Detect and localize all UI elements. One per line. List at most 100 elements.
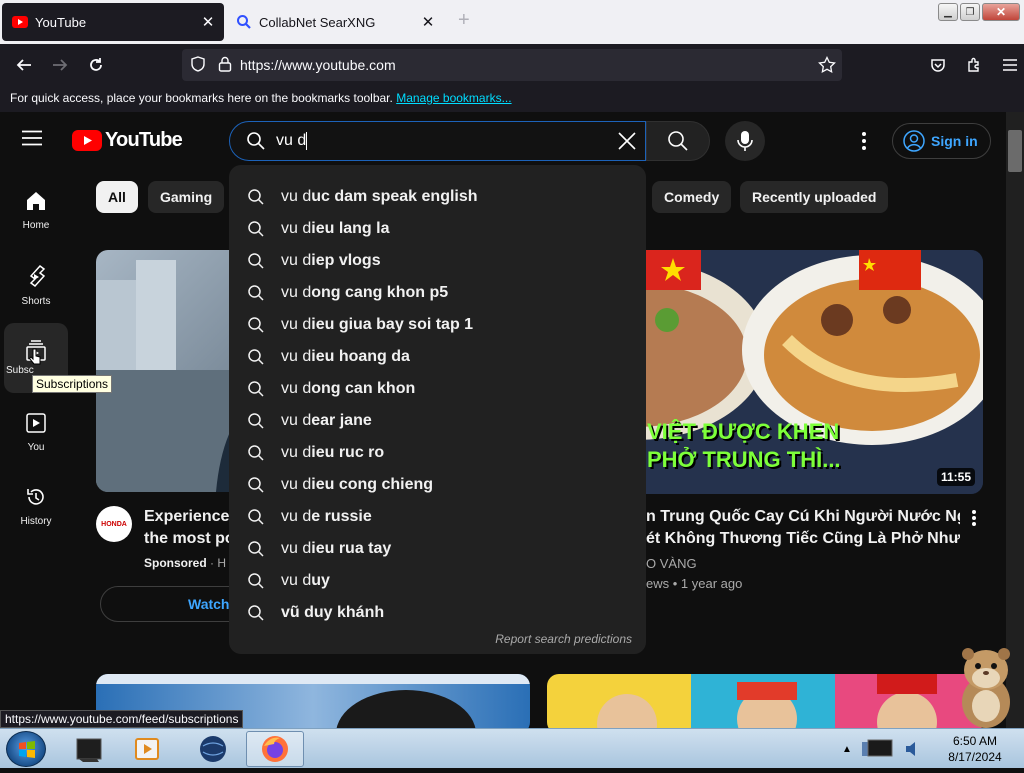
shorts-icon xyxy=(29,264,46,288)
network-icon[interactable] xyxy=(858,736,898,762)
search-suggestion[interactable]: vu duy xyxy=(229,565,646,597)
duration-badge: 11:55 xyxy=(936,468,975,486)
tab-searxng[interactable]: CollabNet SearXNG ✕ xyxy=(226,3,444,41)
search-suggestion[interactable]: vu diep vlogs xyxy=(229,245,646,277)
taskbar-firefox-app[interactable] xyxy=(246,731,304,767)
video-thumbnail[interactable] xyxy=(547,674,983,728)
page-scrollbar[interactable] xyxy=(1006,112,1024,728)
search-suggestion[interactable]: vũ duy khánh xyxy=(229,597,646,629)
search-suggestion[interactable]: vu duc dam speak english xyxy=(229,181,646,213)
video-title[interactable]: n Trung Quốc Cay Cú Khi Người Nước Ngoài xyxy=(646,506,960,528)
globe-icon xyxy=(200,736,226,762)
new-tab-plus-icon[interactable]: + xyxy=(458,9,470,32)
tab-close-icon[interactable]: ✕ xyxy=(418,13,438,31)
suggestion-text: vu dieu cong chieng xyxy=(281,476,434,493)
hamburger-menu-icon[interactable] xyxy=(22,130,42,151)
manage-bookmarks-link[interactable]: Manage bookmarks... xyxy=(396,91,511,105)
tab-youtube[interactable]: YouTube ✕ xyxy=(2,3,224,41)
back-arrow-icon[interactable] xyxy=(6,49,42,81)
app-menu-icon[interactable] xyxy=(992,49,1024,81)
history-icon xyxy=(27,489,44,505)
video-title[interactable]: the most po xyxy=(144,528,230,550)
bookmark-star-icon[interactable] xyxy=(818,55,836,77)
search-suggestion[interactable]: vu dieu lang la xyxy=(229,213,646,245)
guide-item-shorts[interactable]: Shorts xyxy=(4,262,68,332)
search-suggestion[interactable]: vu dieu ruc ro xyxy=(229,437,646,469)
clock-date: 8/17/2024 xyxy=(948,750,1002,764)
voice-search-button[interactable] xyxy=(725,121,765,161)
search-suggestion[interactable]: vu dear jane xyxy=(229,405,646,437)
search-suggestion[interactable]: vu dieu giua bay soi tap 1 xyxy=(229,309,646,341)
lock-icon[interactable] xyxy=(218,56,232,75)
search-suggestion[interactable]: vu dong cang khon p5 xyxy=(229,277,646,309)
system-tray: ▲ xyxy=(842,731,922,767)
channel-avatar[interactable]: HONDA xyxy=(96,506,132,542)
logo-text: YouTube xyxy=(105,129,183,151)
suggestion-text: vu diep vlogs xyxy=(281,252,381,269)
thumbnail-image xyxy=(597,674,937,728)
windows-taskbar: ▲ 6:50 AM 8/17/2024 xyxy=(0,728,1024,768)
youtube-logo[interactable]: YouTube xyxy=(72,129,183,152)
extensions-icon[interactable] xyxy=(956,49,992,81)
reload-icon[interactable] xyxy=(78,49,114,81)
window-close-icon[interactable]: ✕ xyxy=(982,3,1020,21)
restore-icon[interactable]: ❐ xyxy=(960,3,980,21)
tray-expand-icon[interactable]: ▲ xyxy=(842,744,852,755)
search-suggestion[interactable]: vu dieu cong chieng xyxy=(229,469,646,501)
search-suggestion[interactable]: vu de russie xyxy=(229,501,646,533)
url-bar[interactable]: https://www.youtube.com xyxy=(182,49,842,81)
search-suggestion[interactable]: vu dieu hoang da xyxy=(229,341,646,373)
firefox-icon xyxy=(262,736,288,762)
minimize-icon[interactable]: ▁ xyxy=(938,3,958,21)
start-button[interactable] xyxy=(6,731,46,767)
guide-item-history[interactable]: History xyxy=(4,484,68,554)
search-input[interactable]: vu d xyxy=(229,121,646,161)
video-options-kebab-icon[interactable] xyxy=(966,508,982,533)
guide-item-you[interactable]: You xyxy=(4,410,68,480)
chip-gaming[interactable]: Gaming xyxy=(148,181,225,213)
chip-comedy[interactable]: Comedy xyxy=(652,181,732,213)
pocket-icon[interactable] xyxy=(920,49,956,81)
search-icon xyxy=(248,221,264,237)
search-icon xyxy=(248,317,264,333)
chip-recently-uploaded[interactable]: Recently uploaded xyxy=(740,181,889,213)
settings-kebab-icon[interactable] xyxy=(852,130,876,157)
window-controls: ▁ ❐ ✕ xyxy=(938,3,1020,21)
guide-label: History xyxy=(20,516,52,527)
chip-all[interactable]: All xyxy=(96,181,138,213)
suggestion-text: vu de russie xyxy=(281,508,372,525)
shield-icon[interactable] xyxy=(190,55,206,75)
speaker-icon[interactable] xyxy=(904,740,922,758)
forward-arrow-icon[interactable] xyxy=(42,49,78,81)
youtube-favicon-icon xyxy=(12,14,28,30)
taskbar-terminal-app[interactable] xyxy=(64,731,114,767)
suggestion-text: vu duy xyxy=(281,572,330,589)
video-title[interactable]: Experience t xyxy=(144,506,230,528)
suggestion-text: vu dieu lang la xyxy=(281,220,390,237)
tab-title: CollabNet SearXNG xyxy=(259,14,376,30)
taskbar-media-player-app[interactable] xyxy=(122,731,172,767)
media-player-icon xyxy=(135,738,159,760)
suggestion-text: vu dieu ruc ro xyxy=(281,444,385,461)
scrollbar-thumb[interactable] xyxy=(1008,130,1022,172)
search-icon xyxy=(248,253,264,269)
mouse-cursor-icon xyxy=(28,348,41,365)
home-icon xyxy=(27,192,45,210)
search-suggestion[interactable]: vu dieu rua tay xyxy=(229,533,646,565)
clock-time: 6:50 AM xyxy=(952,734,998,748)
guide-item-home[interactable]: Home xyxy=(4,188,68,258)
search-suggestion[interactable]: vu dong can khon xyxy=(229,373,646,405)
report-predictions-link[interactable]: Report search predictions xyxy=(495,632,632,646)
sign-in-label: Sign in xyxy=(931,133,978,149)
search-icon xyxy=(248,573,264,589)
suggestion-text: vu duc dam speak english xyxy=(281,188,478,205)
taskbar-clock[interactable]: 6:50 AM 8/17/2024 xyxy=(940,733,1010,765)
sign-in-button[interactable]: Sign in xyxy=(892,123,991,159)
tab-close-icon[interactable]: ✕ xyxy=(198,13,218,31)
search-button[interactable] xyxy=(646,121,710,161)
taskbar-globe-app[interactable] xyxy=(188,731,238,767)
clear-search-icon[interactable] xyxy=(615,129,639,158)
channel-name[interactable]: O VÀNG xyxy=(646,556,697,571)
video-title[interactable]: ét Không Thương Tiếc Cũng Là Phở Nhưn... xyxy=(646,528,960,550)
youtube-page: YouTube vu d Sign in Home Shorts Subsc S… xyxy=(0,112,1006,728)
